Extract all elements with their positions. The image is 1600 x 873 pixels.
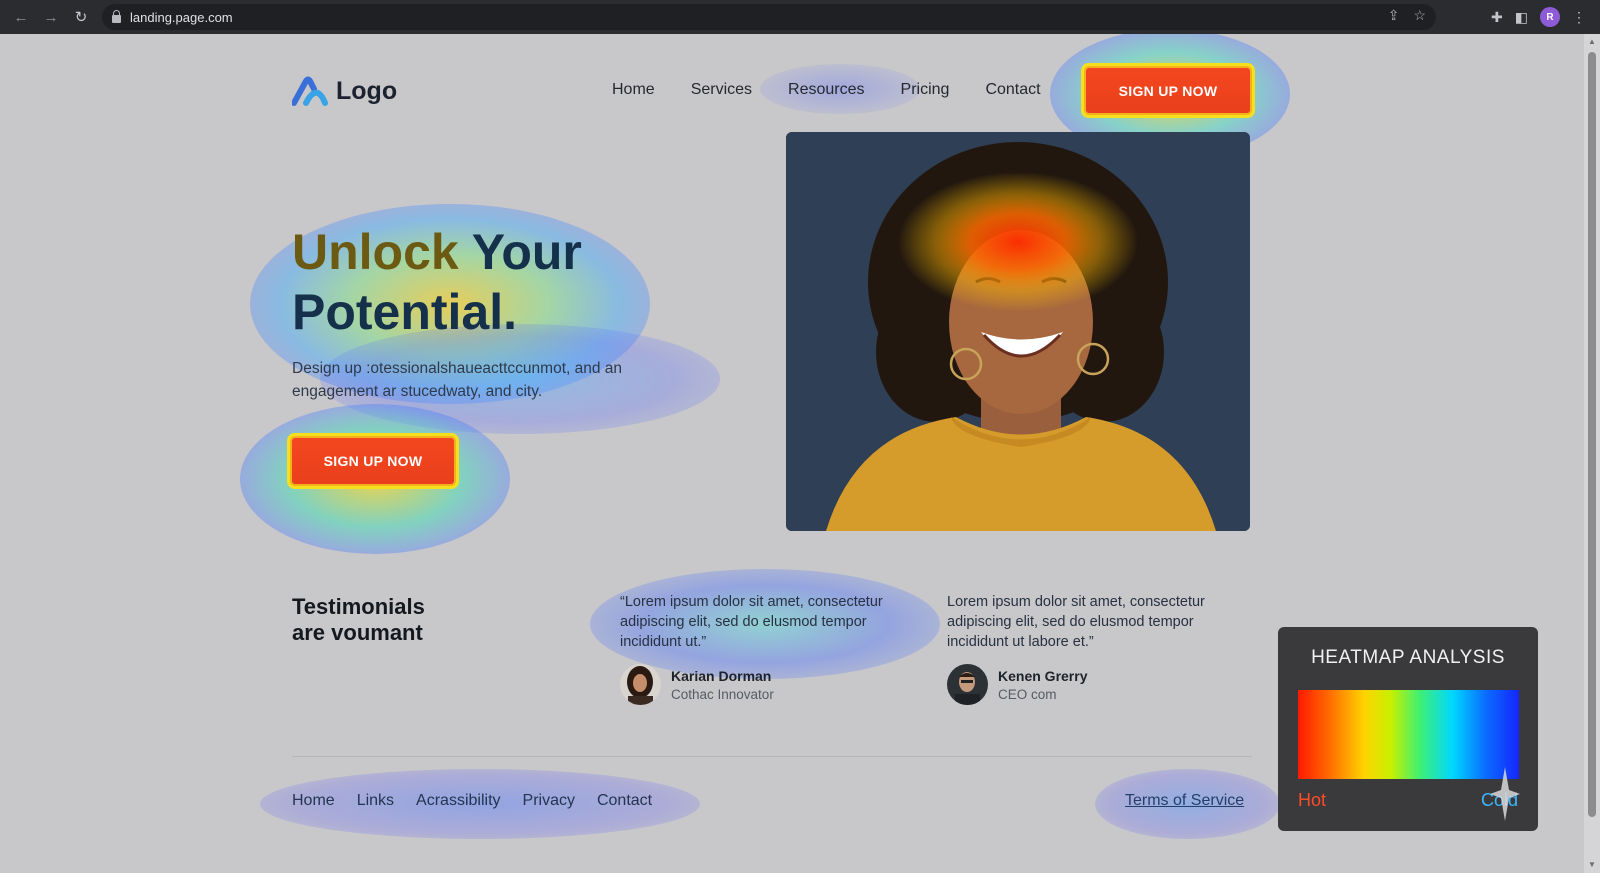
scroll-thumb[interactable] [1588,52,1596,817]
testimonial-author: Karian Dorman Cothac Innovator [620,664,774,705]
heatmap-hot-label: Hot [1298,790,1327,810]
testimonials-title-line1: Testimonials [292,594,425,619]
footer-link-links[interactable]: Links [357,792,394,810]
reload-icon[interactable]: ↻ [68,4,94,30]
profile-avatar[interactable]: R [1540,7,1560,27]
address-bar[interactable]: landing.page.com ⇪ ☆ [102,4,1436,30]
url-text: landing.page.com [130,9,233,25]
footer-link-accessibility[interactable]: Acrassibility [416,792,500,810]
testimonials-title: Testimonials are voumant [292,594,425,646]
heatmap-legend-panel: HEATMAP ANALYSIS Hot Cold [1278,627,1538,831]
menu-icon[interactable]: ⋮ [1572,9,1586,26]
author-name: Karian Dorman [671,667,772,684]
browser-toolbar: ← → ↻ landing.page.com ⇪ ☆ ✚ ◧ R ⋮ [0,0,1600,34]
hero-signup-button[interactable]: SIGN UP NOW [292,438,454,484]
site-logo[interactable]: Logo [292,75,397,107]
testimonials-title-line2: are voumant [292,620,423,645]
hero-photo-illustration [786,132,1250,531]
header-signup-button[interactable]: SIGN UP NOW [1086,68,1250,113]
lock-icon [112,9,121,23]
footer-link-contact[interactable]: Contact [597,792,652,810]
extensions-icon[interactable]: ✚ [1491,9,1503,26]
testimonial-quote: “Lorem ipsum dolor sit amet, consectetur… [620,594,883,650]
top-nav: Home Services Resources Pricing Contact [612,81,1041,99]
sparkle-icon [1490,767,1520,821]
hero-title-word1: Unlock [292,224,459,280]
heatmap-legend-title: HEATMAP ANALYSIS [1311,647,1505,668]
footer-divider [292,756,1252,757]
nav-resources[interactable]: Resources [788,81,864,99]
footer-nav: Home Links Acrassibility Privacy Contact [292,792,652,810]
scroll-up-icon[interactable]: ▲ [1588,38,1596,46]
back-icon[interactable]: ← [8,4,34,30]
hero-title-word2: Your [471,224,582,280]
star-icon[interactable]: ☆ [1413,7,1426,24]
author-role: CEO com [998,686,1057,702]
page-scrollbar[interactable]: ▲ ▼ [1584,34,1600,873]
nav-pricing[interactable]: Pricing [901,81,950,99]
footer-link-privacy[interactable]: Privacy [523,792,575,810]
logo-text: Logo [336,76,398,105]
nav-contact[interactable]: Contact [985,81,1040,99]
terms-of-service-link[interactable]: Terms of Service [1125,792,1244,810]
author-role: Cothac Innovator [671,686,774,702]
forward-icon[interactable]: → [38,4,64,30]
avatar [947,664,988,705]
heatmap-color-scale [1298,690,1519,779]
nav-services[interactable]: Services [691,81,752,99]
testimonial-quote: Lorem ipsum dolor sit amet, consectetur … [947,594,1205,650]
scroll-down-icon[interactable]: ▼ [1588,861,1596,869]
hero-subtitle: Design up :otessionalshaueacttccunmot, a… [292,360,623,400]
avatar [620,664,661,705]
logo-icon [292,76,328,106]
author-name: Kenen Grerry [998,667,1088,684]
hero-photo [786,132,1250,531]
side-panel-icon[interactable]: ◧ [1515,9,1528,26]
footer-link-home[interactable]: Home [292,792,335,810]
hero-title-line2: Potential. [292,284,518,340]
nav-home[interactable]: Home [612,81,655,99]
share-icon[interactable]: ⇪ [1388,7,1400,24]
hero-title: Unlock Your Potential. [292,222,582,342]
testimonial-author: Kenen Grerry CEO com [947,664,1087,705]
